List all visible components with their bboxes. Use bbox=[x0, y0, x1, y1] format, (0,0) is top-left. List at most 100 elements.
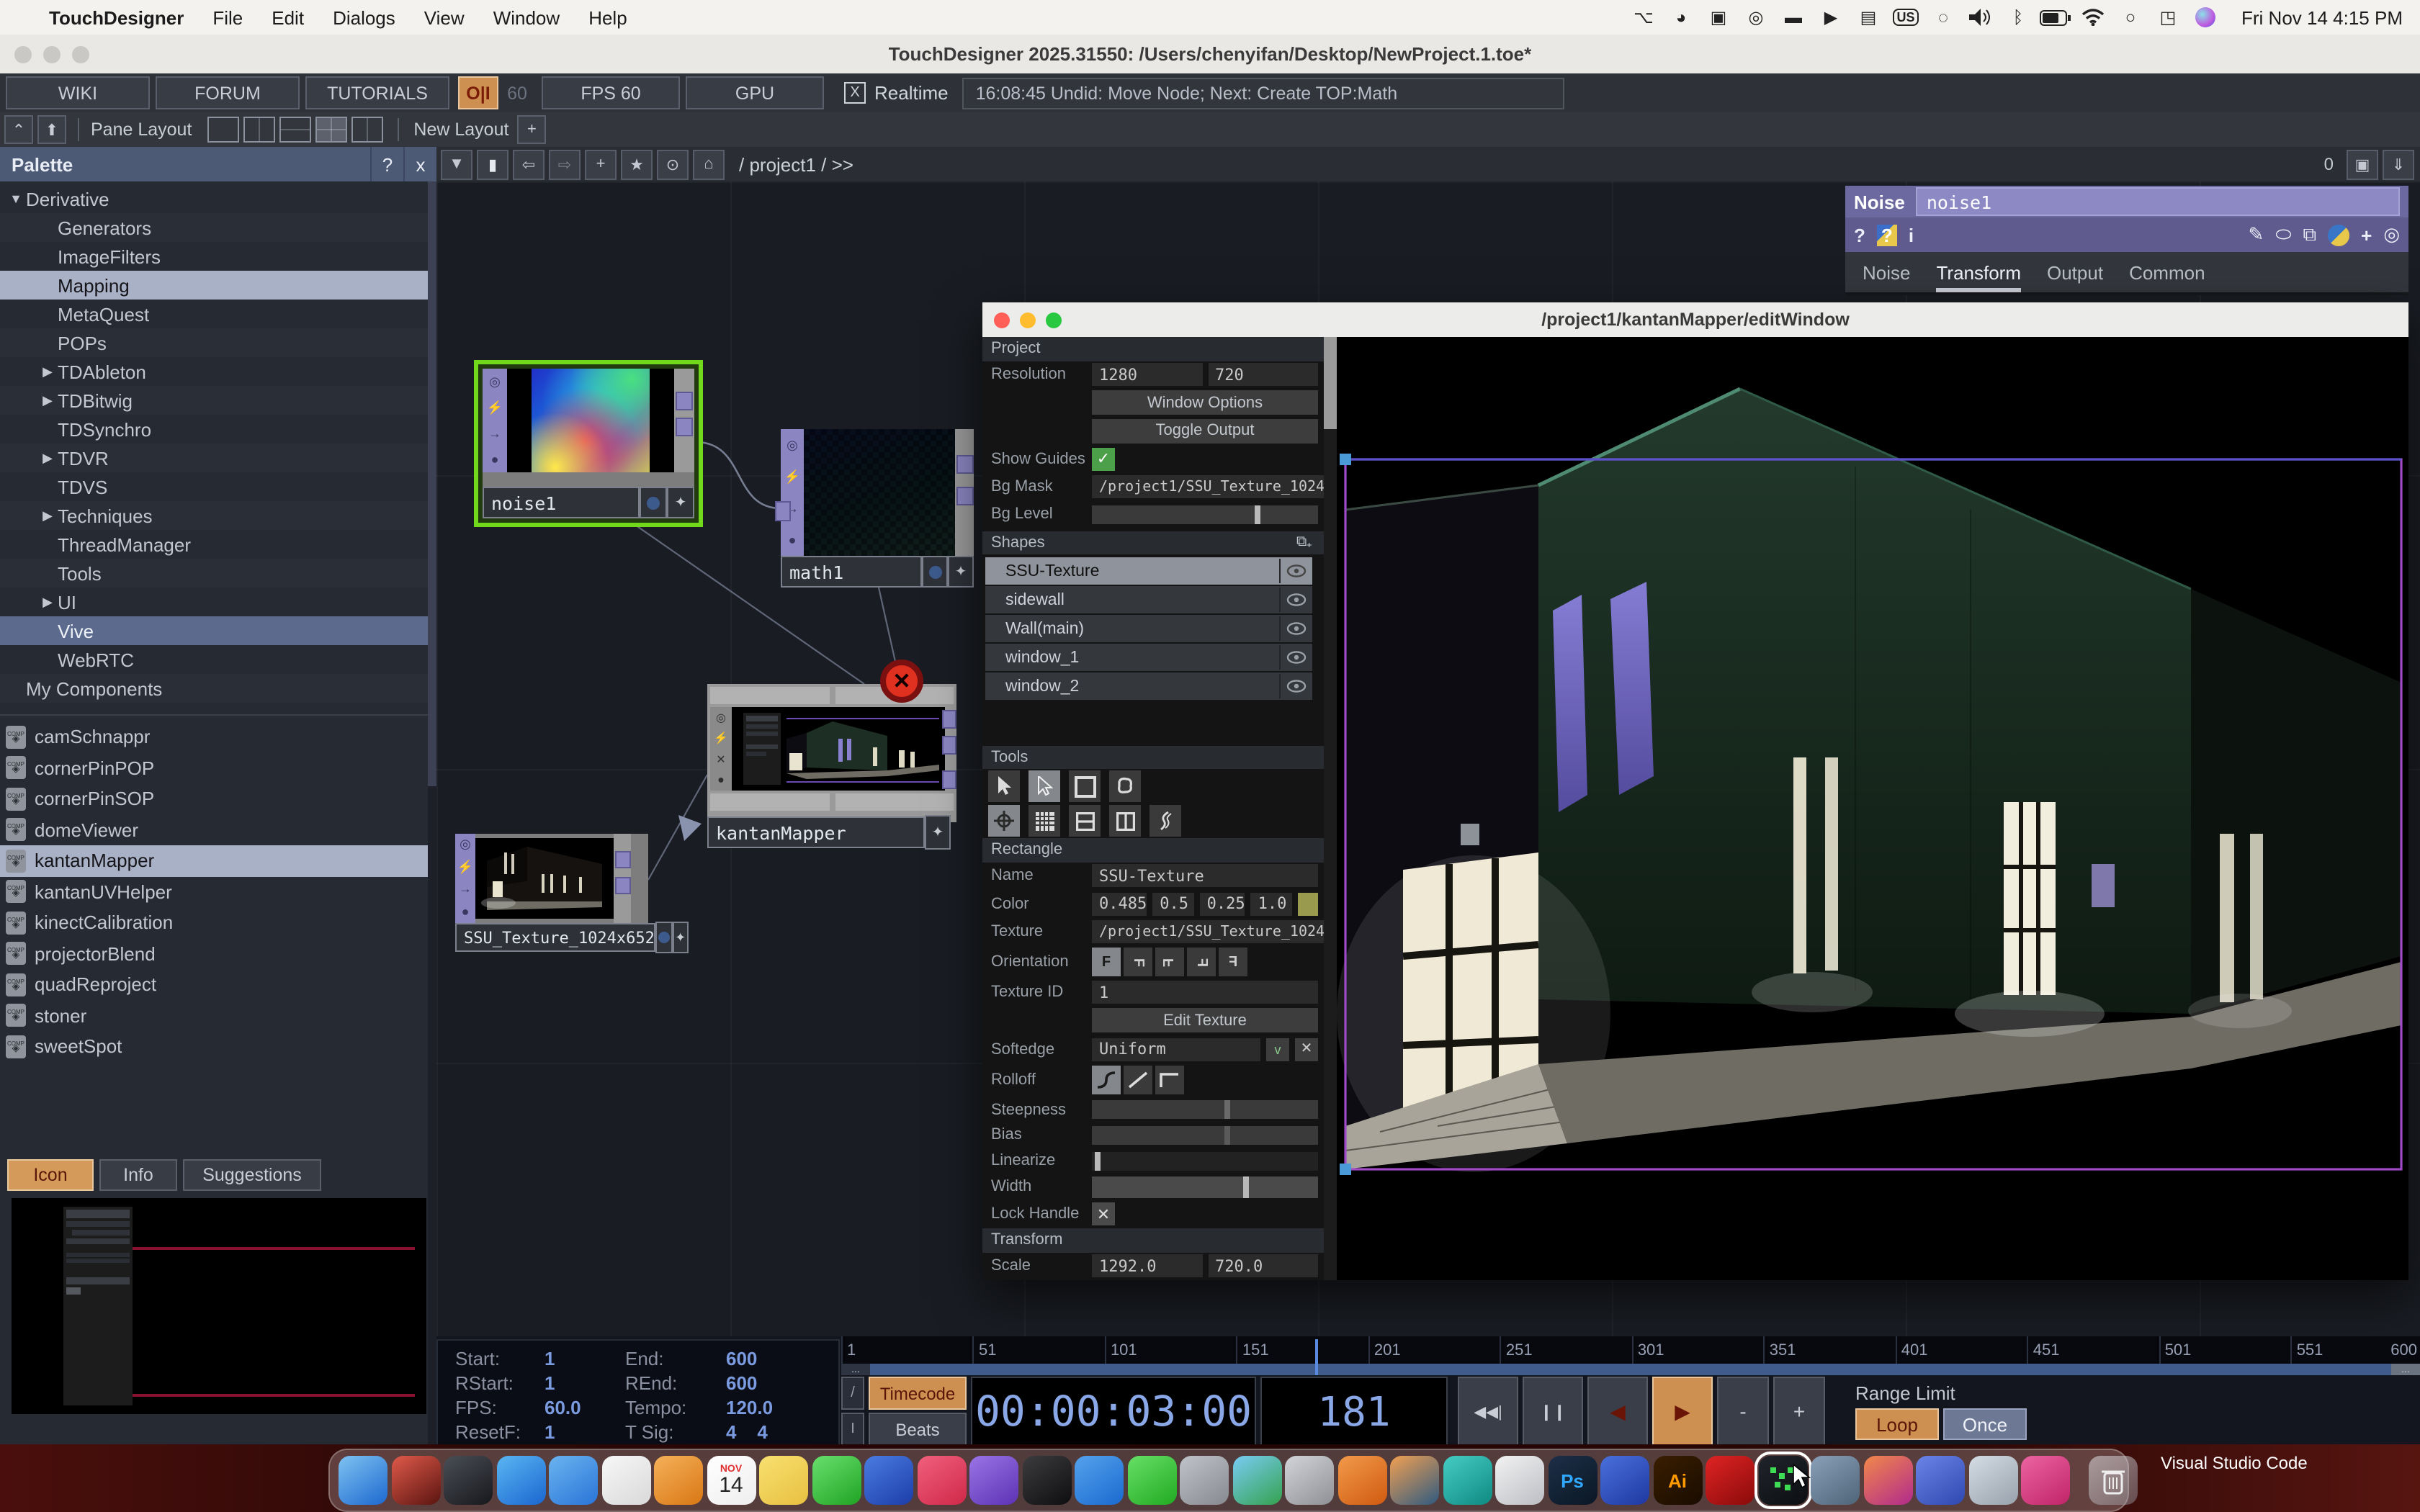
layout-quad[interactable] bbox=[351, 117, 383, 143]
tool-rectangle-icon[interactable] bbox=[1069, 770, 1101, 802]
kantan-flags[interactable]: ◎ ⚡ ✕ ● bbox=[710, 707, 732, 791]
dock-icon-finder[interactable] bbox=[339, 1456, 387, 1505]
minimize-window-button[interactable] bbox=[43, 45, 60, 63]
bypass-icon[interactable]: ⚡ bbox=[487, 401, 503, 414]
close-window-button[interactable] bbox=[994, 312, 1010, 328]
node-star[interactable]: ✦ bbox=[925, 815, 951, 850]
texture-id-field[interactable]: 1 bbox=[1092, 981, 1318, 1004]
node-name-kantanmapper[interactable]: kantanMapper bbox=[707, 816, 925, 848]
bypass-icon[interactable]: ⚡ bbox=[714, 732, 728, 745]
dock-icon-calendar[interactable]: NOV14 bbox=[707, 1456, 756, 1505]
output-connector2[interactable] bbox=[942, 736, 956, 755]
menu-file[interactable]: File bbox=[198, 0, 257, 35]
node-flags[interactable]: ◎ ⚡ → ● bbox=[483, 369, 507, 472]
output-connector[interactable] bbox=[956, 455, 974, 474]
tab-noise[interactable]: Noise bbox=[1863, 262, 1911, 292]
visibility-eye-icon[interactable] bbox=[1279, 674, 1312, 698]
palette-tree-item-tdbitwig[interactable]: ▶TDBitwig bbox=[0, 386, 436, 415]
integer-toggle[interactable]: I bbox=[841, 1413, 864, 1446]
tab-suggestions[interactable]: Suggestions bbox=[183, 1159, 321, 1191]
comment-icon[interactable]: ⬭ bbox=[2275, 223, 2291, 246]
volume-icon[interactable] bbox=[1962, 0, 1999, 35]
expander-icon[interactable]: ▶ bbox=[37, 392, 58, 408]
dock-icon-teal-app[interactable] bbox=[1443, 1456, 1492, 1505]
menu-help[interactable]: Help bbox=[574, 0, 642, 35]
palette-tree-item-my-components[interactable]: My Components bbox=[0, 674, 436, 703]
export-flag-icon[interactable]: → bbox=[488, 427, 501, 440]
node-ssu-texture[interactable]: ◎ ⚡ → ● bbox=[455, 834, 648, 923]
bg-level-slider[interactable] bbox=[1092, 505, 1318, 524]
color-g-field[interactable]: 0.5 bbox=[1152, 893, 1193, 916]
spotlight-icon[interactable]: ○ bbox=[2112, 0, 2149, 35]
ssu-flags[interactable]: ◎ ⚡ → ● bbox=[455, 834, 475, 923]
help-python-icon[interactable]: ? bbox=[1877, 224, 1897, 246]
palette-component-cornerpinpop[interactable]: COMP◈cornerPinPOP bbox=[0, 752, 436, 783]
viewer-icon[interactable]: ◎ bbox=[786, 438, 798, 451]
tool-select-icon[interactable] bbox=[988, 770, 1020, 802]
toggle-output-button[interactable]: Toggle Output bbox=[1092, 419, 1318, 444]
help-icon[interactable]: ? bbox=[1854, 224, 1865, 246]
range-handle-left[interactable]: ... bbox=[841, 1364, 870, 1375]
python-icon[interactable] bbox=[2328, 224, 2349, 246]
orientation-normal-icon[interactable]: F bbox=[1092, 948, 1121, 977]
lock-handle-checkbox[interactable]: ✕ bbox=[1092, 1202, 1115, 1225]
scale-x-field[interactable]: 1292.0 bbox=[1092, 1255, 1202, 1278]
palette-component-kantanuvhelper[interactable]: COMP◈kantanUVHelper bbox=[0, 876, 436, 907]
shape-item-ssu-texture[interactable]: SSU-Texture bbox=[985, 557, 1312, 585]
visibility-eye-icon[interactable] bbox=[1279, 588, 1312, 612]
tool-freeform-icon[interactable] bbox=[1109, 770, 1141, 802]
palette-tree-item-vive[interactable]: Vive bbox=[0, 616, 436, 645]
palette-component-domeviewer[interactable]: COMP◈domeViewer bbox=[0, 814, 436, 845]
palette-tree-item-generators[interactable]: Generators bbox=[0, 213, 436, 242]
bomb-icon[interactable]: ● bbox=[462, 906, 470, 919]
dock-icon-music2[interactable] bbox=[2021, 1456, 2070, 1505]
net-stop-icon[interactable]: ▮ bbox=[477, 149, 508, 179]
palette-tree-item-webrtc[interactable]: WebRTC bbox=[0, 645, 436, 674]
palette-component-sweetspot[interactable]: COMP◈sweetSpot bbox=[0, 1031, 436, 1062]
target-icon[interactable]: ◎ bbox=[2383, 223, 2400, 246]
softedge-dropdown-icon[interactable]: v bbox=[1266, 1038, 1289, 1061]
palette-tree-item-tdvr[interactable]: ▶TDVR bbox=[0, 444, 436, 472]
dock-icon-trash[interactable] bbox=[2089, 1456, 2138, 1505]
menu-view[interactable]: View bbox=[410, 0, 479, 35]
orientation-rot90-flip-icon[interactable]: F bbox=[1155, 948, 1184, 977]
texture-field[interactable]: /project1/SSU_Texture_1024x652 bbox=[1092, 921, 1359, 944]
display-mirror-icon[interactable]: ▣ bbox=[1700, 0, 1737, 35]
dock-icon-camera-blue[interactable] bbox=[864, 1456, 913, 1505]
siri-icon[interactable] bbox=[2187, 0, 2224, 35]
bomb-icon[interactable]: ● bbox=[717, 774, 725, 787]
forum-button[interactable]: FORUM bbox=[156, 76, 300, 109]
palette-component-kinectcalibration[interactable]: COMP◈kinectCalibration bbox=[0, 907, 436, 938]
palette-tree-item-tdableton[interactable]: ▶TDAbleton bbox=[0, 357, 436, 386]
dock-icon-teams[interactable] bbox=[1916, 1456, 1965, 1505]
dock-icon-orange-app[interactable] bbox=[654, 1456, 703, 1505]
rolloff-scurve-icon[interactable] bbox=[1092, 1066, 1121, 1095]
node-star[interactable]: ✦ bbox=[948, 556, 974, 588]
palette-component-projectorblend[interactable]: COMP◈projectorBlend bbox=[0, 938, 436, 969]
palette-tree-item-tdsynchro[interactable]: TDSynchro bbox=[0, 415, 436, 444]
dock-icon-notes[interactable] bbox=[759, 1456, 808, 1505]
zoom-window-button[interactable] bbox=[72, 45, 89, 63]
viewer-icon[interactable]: ◎ bbox=[460, 839, 471, 852]
hotspot-icon[interactable]: ◌ bbox=[1924, 0, 1962, 35]
edit-texture-button[interactable]: Edit Texture bbox=[1092, 1008, 1318, 1032]
minimize-window-button[interactable] bbox=[1020, 312, 1036, 328]
pause-button[interactable]: ❙❙ bbox=[1523, 1377, 1583, 1446]
net-search-icon[interactable]: ⊙ bbox=[657, 149, 689, 179]
palette-tree-item-derivative[interactable]: ▼Derivative bbox=[0, 184, 436, 213]
palette-tree-item-imagefilters[interactable]: ImageFilters bbox=[0, 242, 436, 271]
viewer-icon[interactable]: ◎ bbox=[716, 711, 726, 724]
node-dot[interactable] bbox=[922, 556, 948, 588]
rolloff-linear-icon[interactable] bbox=[1124, 1066, 1152, 1095]
dock-icon-settings[interactable] bbox=[1285, 1456, 1334, 1505]
scale-y-field[interactable]: 720.0 bbox=[1208, 1255, 1318, 1278]
error-badge-icon[interactable]: ✕ bbox=[880, 660, 923, 703]
timeline-range-bar[interactable]: ... ... bbox=[841, 1364, 2420, 1375]
tab-icon[interactable]: Icon bbox=[7, 1159, 94, 1191]
dock-icon-mail[interactable] bbox=[549, 1456, 598, 1505]
dock-icon-chrome[interactable] bbox=[1495, 1456, 1544, 1505]
frame-handle-bottom[interactable] bbox=[1340, 1164, 1351, 1175]
palette-tree-item-ui[interactable]: ▶UI bbox=[0, 588, 436, 616]
beats-button[interactable]: Beats bbox=[869, 1413, 967, 1446]
palette-tree-item-techniques[interactable]: ▶Techniques bbox=[0, 501, 436, 530]
